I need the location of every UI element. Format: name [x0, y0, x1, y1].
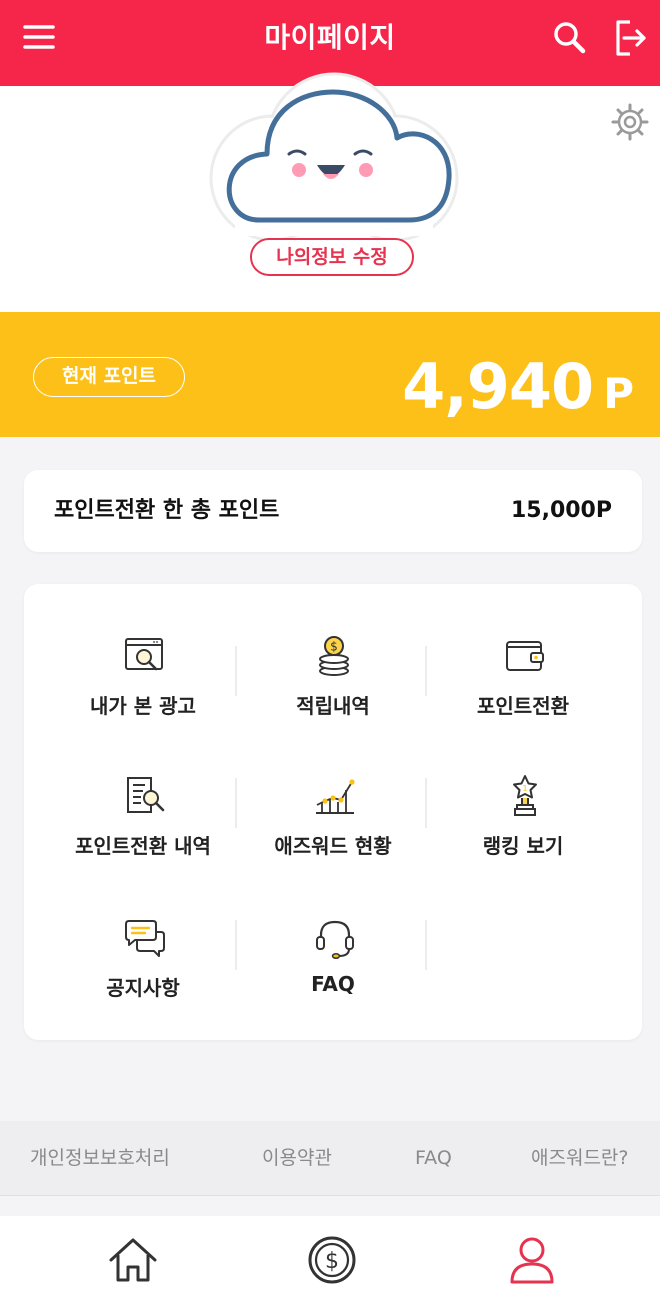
footer-links: 개인정보보호처리 이용약관 FAQ 애즈워드란? [0, 1121, 660, 1196]
coin-stack-icon: $ [319, 636, 349, 676]
document-search-icon [127, 777, 165, 813]
total-converted-value: 15,000P [510, 498, 612, 523]
headset-icon [316, 920, 354, 959]
current-points-banner: 현재 포인트 4,940 P [0, 312, 660, 437]
edit-profile-button[interactable]: 나의정보 수정 [250, 238, 414, 276]
terms-link[interactable]: 이용약관 [262, 1121, 332, 1195]
logout-icon[interactable] [610, 18, 650, 58]
menu-item-label: FAQ [311, 972, 355, 996]
menu-item-label: 공지사항 [106, 976, 180, 1000]
svg-text:1: 1 [522, 784, 527, 793]
search-icon[interactable] [550, 18, 590, 58]
points-number: 4,940 [402, 350, 594, 423]
menu-item-notices[interactable]: 공지사항 [49, 908, 237, 1028]
faq-link[interactable]: FAQ [415, 1121, 452, 1195]
menu-item-adsward-status[interactable]: 애즈워드 현황 [239, 766, 427, 886]
menu-grid-card: 내가 본 광고 $ 적립내역 포인트전환 포인트전환 내역 애즈워드 현황 1 … [24, 584, 642, 1040]
menu-item-conversion-history[interactable]: 포인트전환 내역 [49, 766, 237, 886]
about-adsward-link[interactable]: 애즈워드란? [531, 1121, 629, 1195]
menu-item-viewed-ads[interactable]: 내가 본 광고 [49, 626, 237, 746]
menu-item-label: 포인트전환 [477, 694, 569, 718]
browser-search-icon [125, 638, 163, 671]
current-points-value: 4,940 P [402, 352, 634, 438]
line-chart-icon [316, 779, 355, 814]
smiling-cloud-avatar [205, 70, 463, 242]
profile-section: 나의정보 수정 [0, 72, 660, 312]
menu-item-earn-history[interactable]: $ 적립내역 [239, 626, 427, 746]
menu-item-ranking[interactable]: 1 랭킹 보기 [429, 766, 617, 886]
menu-item-point-conversion[interactable]: 포인트전환 [429, 626, 617, 746]
menu-item-label: 랭킹 보기 [482, 834, 564, 858]
total-converted-card: 포인트전환 한 총 포인트 15,000P [24, 470, 642, 552]
gear-icon[interactable] [610, 102, 650, 142]
home-icon[interactable] [107, 1234, 159, 1286]
total-converted-label: 포인트전환 한 총 포인트 [54, 498, 280, 523]
privacy-policy-link[interactable]: 개인정보보호처리 [30, 1121, 170, 1195]
dollar-coin-icon[interactable]: $ [306, 1234, 358, 1286]
menu-item-faq[interactable]: FAQ [239, 908, 427, 1028]
svg-text:$: $ [325, 1249, 339, 1274]
menu-item-label: 애즈워드 현황 [274, 834, 392, 858]
wallet-icon [506, 641, 544, 671]
chat-bubbles-icon [125, 920, 165, 957]
svg-text:$: $ [330, 640, 338, 654]
menu-item-label: 내가 본 광고 [90, 694, 196, 718]
points-unit: P [603, 369, 634, 418]
current-points-label: 현재 포인트 [33, 357, 185, 397]
menu-item-label: 포인트전환 내역 [75, 834, 211, 858]
bottom-navigation: $ [0, 1216, 660, 1295]
menu-item-label: 적립내역 [296, 694, 370, 718]
trophy-icon: 1 [513, 775, 537, 816]
user-icon[interactable] [506, 1234, 558, 1286]
